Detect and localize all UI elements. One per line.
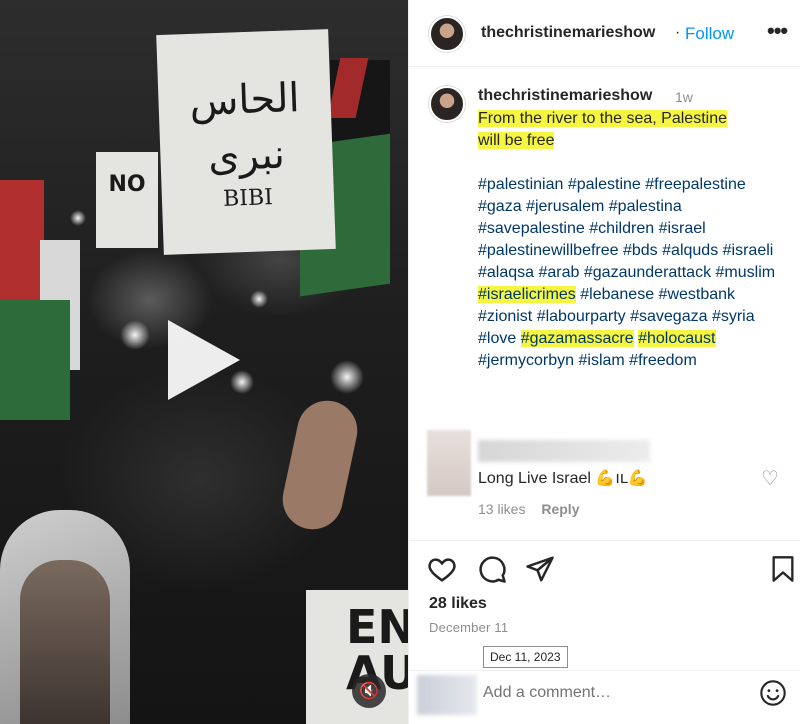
likes-count[interactable]: 28 likes — [429, 595, 487, 613]
comment-icon[interactable] — [477, 554, 507, 584]
hashtag-link[interactable]: #westbank — [659, 286, 736, 303]
caption-text: From the river to the sea, Palestine wil… — [478, 108, 778, 152]
phone-light — [330, 360, 364, 394]
post-header: thechristinemarieshow · Follow ••• — [409, 0, 800, 67]
comment-text: Long Live Israel — [478, 470, 591, 487]
mute-button[interactable]: 🔇 — [352, 674, 386, 708]
post-date[interactable]: December 11 — [429, 620, 508, 635]
phone-light — [250, 290, 268, 308]
hashtag-link[interactable]: #gazamassacre — [520, 330, 634, 347]
hashtag-link[interactable]: #alquds — [662, 242, 718, 259]
caption-line1: From the river to the sea, Palestine — [478, 110, 727, 127]
hashtag-link[interactable]: #islam — [578, 352, 624, 369]
speaker-muted-icon: 🔇 — [359, 681, 379, 700]
hashtag-link[interactable]: #israeli — [723, 242, 774, 259]
hashtag-link[interactable]: #palestinewillbefree — [478, 242, 619, 259]
person-face — [20, 560, 110, 724]
commenter-username-redacted — [478, 440, 650, 462]
follow-button[interactable]: Follow — [685, 24, 734, 44]
user-avatar-redacted — [417, 675, 477, 715]
header-separator: · — [675, 24, 681, 41]
comment-likes[interactable]: 13 likes — [478, 501, 525, 517]
phone-light — [70, 210, 86, 226]
commenter-avatar[interactable] — [427, 430, 471, 496]
sign-no-text: NO — [108, 172, 146, 197]
reply-button[interactable]: Reply — [541, 501, 579, 517]
caption-avatar[interactable] — [429, 86, 465, 122]
raised-arm — [277, 395, 363, 535]
hashtag-link[interactable]: #israelicrimes — [478, 286, 576, 303]
video-player[interactable]: NO الحاس نبرى BIBI EN AU 🔇 — [0, 0, 408, 724]
caption-timestamp: 1w — [675, 89, 693, 105]
hashtag-link[interactable]: #palestina — [609, 198, 682, 215]
comment-meta: 13 likes Reply — [478, 501, 579, 517]
hashtag-link[interactable]: #holocaust — [638, 330, 716, 347]
hashtag-link[interactable]: #alaqsa — [478, 264, 534, 281]
phone-light — [120, 320, 150, 350]
more-options-icon[interactable]: ••• — [767, 18, 788, 44]
hashtag-link[interactable]: #freepalestine — [645, 176, 746, 193]
post-panel: thechristinemarieshow · Follow ••• thech… — [408, 0, 800, 724]
sign-arabic-line2: نبرى — [207, 131, 286, 181]
hashtag-link[interactable]: #palestine — [568, 176, 641, 193]
emoji-icon[interactable] — [759, 679, 787, 707]
date-tooltip: Dec 11, 2023 — [483, 646, 568, 668]
comment-body: Long Live Israel 💪ıʟ💪 — [478, 468, 648, 488]
hashtag-link[interactable]: #labourparty — [537, 308, 626, 325]
hashtag-link[interactable]: #muslim — [716, 264, 776, 281]
add-comment-input[interactable] — [483, 681, 733, 705]
hashtag-link[interactable]: #israel — [659, 220, 706, 237]
protest-sign-no: NO — [96, 152, 158, 248]
hashtag-link[interactable]: #lebanese — [580, 286, 654, 303]
hashtag-link[interactable]: #syria — [712, 308, 755, 325]
hashtag-link[interactable]: #savegaza — [630, 308, 707, 325]
hashtag-link[interactable]: #children — [589, 220, 654, 237]
avatar[interactable] — [429, 16, 465, 52]
hashtag-link[interactable]: #savepalestine — [478, 220, 585, 237]
comment-like-icon[interactable]: ♡ — [761, 466, 779, 490]
play-icon[interactable] — [168, 320, 240, 400]
hashtag-link[interactable]: #gaza — [478, 198, 522, 215]
hashtag-link[interactable]: #love — [478, 330, 516, 347]
add-comment-bar — [409, 670, 800, 724]
like-icon[interactable] — [427, 554, 457, 584]
share-icon[interactable] — [525, 554, 555, 584]
sign-arabic-line1: الحاس — [188, 75, 301, 125]
hashtag-link[interactable]: #arab — [539, 264, 580, 281]
hashtag-link[interactable]: #jerusalem — [526, 198, 604, 215]
sign-arabic-line3: BIBI — [222, 185, 274, 212]
hashtag-link[interactable]: #palestinian — [478, 176, 563, 193]
hashtag-link[interactable]: #jermycorbyn — [478, 352, 574, 369]
hashtag-link[interactable]: #freedom — [629, 352, 697, 369]
hashtag-link[interactable]: #gazaunderattack — [584, 264, 711, 281]
flag-left-green — [0, 300, 70, 420]
divider — [409, 540, 800, 541]
hashtag-link[interactable]: #bds — [623, 242, 658, 259]
caption-line2: will be free — [478, 132, 555, 149]
hashtag-list: #palestinian #palestine #freepalestine #… — [478, 174, 783, 372]
flag-left-red — [0, 180, 44, 310]
flexed-biceps-emoji: 💪ıʟ💪 — [595, 468, 648, 487]
hashtag-link[interactable]: #zionist — [478, 308, 532, 325]
save-icon[interactable] — [769, 554, 797, 584]
protest-sign-arabic: الحاس نبرى BIBI — [156, 29, 336, 255]
header-username[interactable]: thechristinemarieshow — [481, 24, 655, 42]
caption-username[interactable]: thechristinemarieshow — [478, 87, 652, 105]
